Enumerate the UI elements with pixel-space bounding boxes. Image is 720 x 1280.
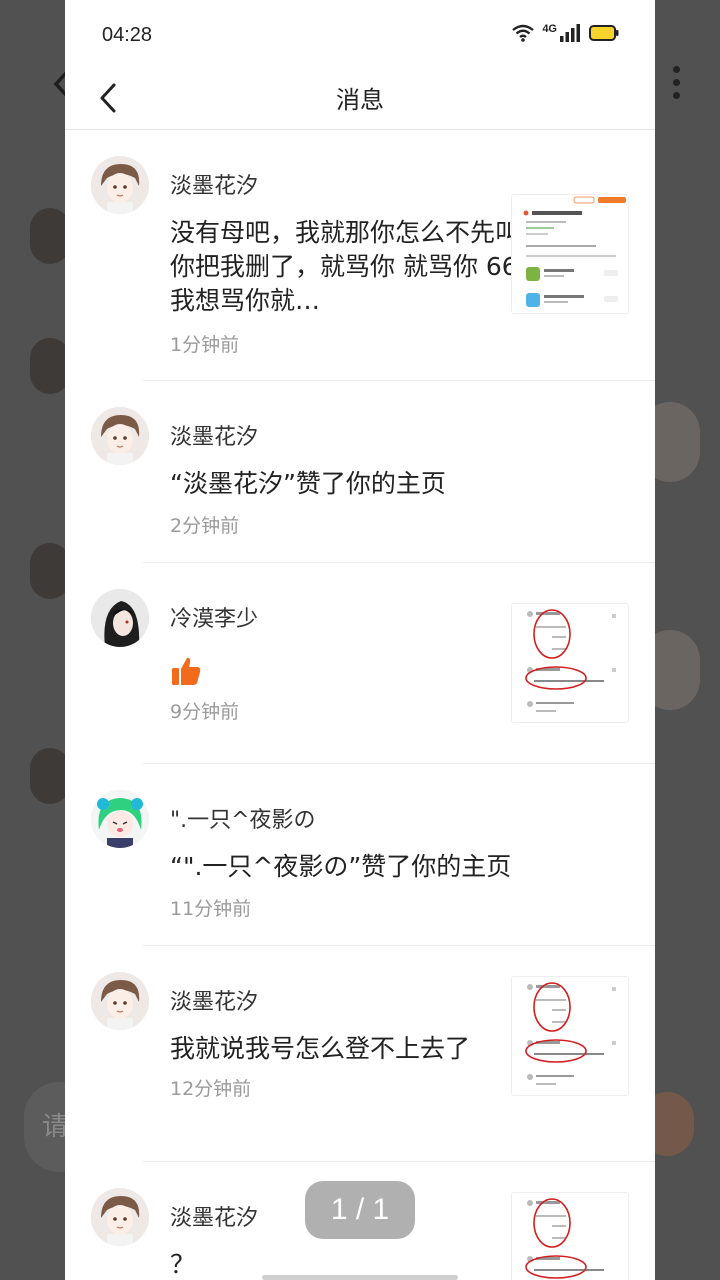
- network-type: 4G: [542, 23, 557, 35]
- message-username: 冷漠李少: [170, 607, 259, 632]
- message-time: 9分钟前: [170, 701, 240, 723]
- user-avatar[interactable]: [91, 589, 149, 647]
- message-time: 12分钟前: [170, 1078, 252, 1100]
- background-avatar: [0, 515, 70, 599]
- status-bar: 04:28 4G: [65, 0, 655, 72]
- background-avatar: [0, 180, 70, 264]
- annotated-screenshot-thumbnail: [512, 1193, 628, 1280]
- page-indicator: 1 / 1: [305, 1181, 415, 1239]
- anime-avatar-icon: [91, 790, 149, 848]
- message-thumbnail[interactable]: [511, 976, 629, 1096]
- home-indicator[interactable]: [262, 1275, 458, 1280]
- messages-panel: 04:28 4G 消息 淡墨花汐 没有母吧，我就那你怎么不先叫你把我删了，就骂你…: [65, 0, 655, 1280]
- anime-avatar-icon: [91, 589, 149, 647]
- anime-avatar-icon: [91, 1188, 149, 1246]
- message-content: 我就说我号怎么登不上去了: [170, 1034, 471, 1063]
- anime-avatar-icon: [91, 407, 149, 465]
- wifi-icon: [512, 24, 535, 42]
- page-title: 消息: [336, 86, 384, 114]
- user-avatar[interactable]: [91, 972, 149, 1030]
- message-thumbnail[interactable]: [511, 194, 629, 314]
- message-time: 2分钟前: [170, 515, 240, 537]
- message-username: 淡墨花汐: [170, 425, 259, 450]
- message-content: “淡墨花汐”赞了你的主页: [170, 469, 446, 498]
- status-time: 04:28: [102, 24, 153, 46]
- background-more-icon: [668, 66, 684, 106]
- header: 消息: [65, 72, 655, 130]
- anime-avatar-icon: [91, 156, 149, 214]
- message-content: “".一只^夜影の”赞了你的主页: [170, 852, 512, 881]
- background-avatar: [0, 310, 70, 394]
- message-time: 1分钟前: [170, 334, 240, 356]
- message-username: 淡墨花汐: [170, 990, 259, 1015]
- message-item[interactable]: 淡墨花汐 没有母吧，我就那你怎么不先叫你把我删了，就骂你 就骂你 66我想骂你就…: [91, 130, 655, 381]
- message-thumbnail[interactable]: [511, 603, 629, 723]
- thumbs-up-icon: [172, 657, 201, 685]
- user-avatar[interactable]: [91, 156, 149, 214]
- anime-avatar-icon: [91, 972, 149, 1030]
- annotated-screenshot-thumbnail: [512, 604, 628, 722]
- message-time: 11分钟前: [170, 898, 252, 920]
- battery-icon: [589, 25, 619, 41]
- message-thumbnail[interactable]: [511, 1192, 629, 1280]
- message-username: 淡墨花汐: [170, 174, 259, 199]
- message-item[interactable]: 冷漠李少 9分钟前: [91, 563, 655, 764]
- background-avatar: [0, 720, 70, 804]
- user-avatar[interactable]: [91, 1188, 149, 1246]
- message-username: ".一只^夜影の: [170, 808, 316, 833]
- message-reaction: [170, 655, 525, 689]
- message-item[interactable]: 淡墨花汐 “淡墨花汐”赞了你的主页 2分钟前: [91, 381, 655, 563]
- user-avatar[interactable]: [91, 790, 149, 848]
- status-icons: 4G: [512, 24, 619, 42]
- message-content: 没有母吧，我就那你怎么不先叫你把我删了，就骂你 就骂你 66我想骂你就…: [170, 218, 521, 315]
- user-avatar[interactable]: [91, 407, 149, 465]
- message-item[interactable]: ".一只^夜影の “".一只^夜影の”赞了你的主页 11分钟前: [91, 764, 655, 946]
- profile-screenshot-thumbnail: [512, 195, 628, 313]
- annotated-screenshot-thumbnail: [512, 977, 628, 1095]
- message-item[interactable]: 淡墨花汐 我就说我号怎么登不上去了 12分钟前: [91, 946, 655, 1162]
- signal-icon: [560, 24, 580, 42]
